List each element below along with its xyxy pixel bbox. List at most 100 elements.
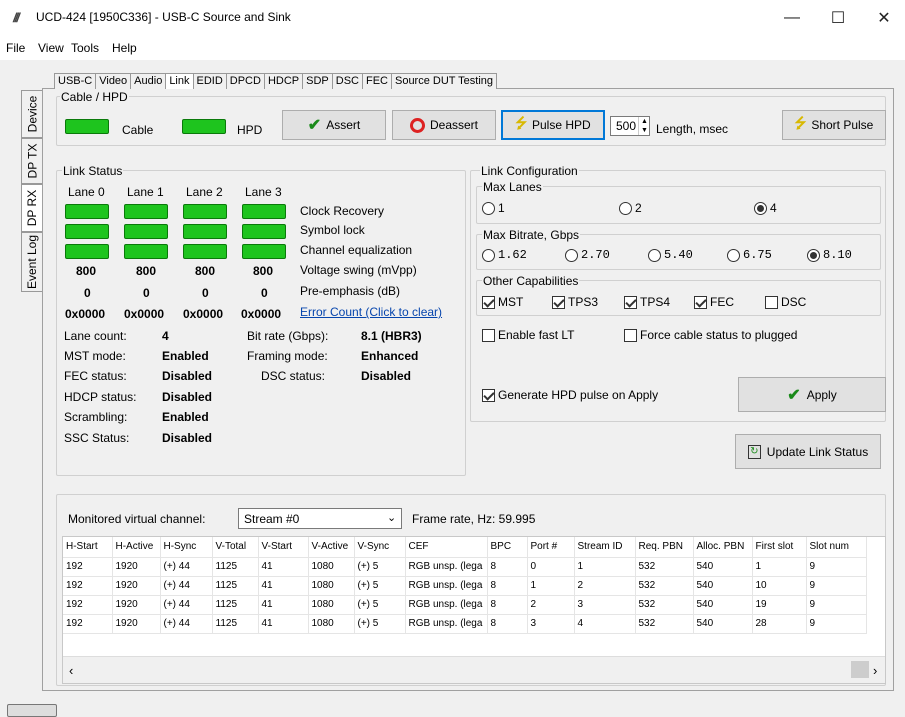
bit-rate-value: 8.1 (HBR3): [361, 329, 422, 343]
scrollbar-thumb[interactable]: [851, 661, 869, 678]
tab-hdcp[interactable]: HDCP: [263, 73, 304, 89]
link-config-label: Link Configuration: [480, 164, 579, 178]
cap-fec-checkbox[interactable]: FEC: [694, 295, 734, 309]
link-status-label: Link Status: [62, 164, 124, 178]
table-row[interactable]: 192 1920 (+) 44 1125 41 1080 (+) 5 RGB unsp. (l…: [63, 576, 867, 596]
enable-fast-lt-checkbox[interactable]: Enable fast LT: [482, 328, 575, 342]
update-link-status-button[interactable]: ↻ Update Link Status: [735, 434, 881, 469]
symbol-lock-led-0: [65, 224, 109, 239]
lane-3-header: Lane 3: [245, 185, 282, 199]
column-header[interactable]: Port #: [527, 537, 575, 558]
refresh-icon: ↻: [747, 444, 761, 459]
apply-button[interactable]: ✔ Apply: [738, 377, 886, 412]
tab-usb-c[interactable]: USB-C: [54, 73, 97, 89]
lane-1-header: Lane 1: [127, 185, 164, 199]
lanes-option-4[interactable]: 4: [754, 201, 777, 215]
tab-sdp[interactable]: SDP: [302, 73, 333, 89]
column-header[interactable]: Stream ID: [574, 537, 636, 558]
cap-mst-checkbox[interactable]: MST: [482, 295, 523, 309]
side-tab-dp-tx[interactable]: DP TX: [21, 138, 42, 184]
table-cell: 9: [806, 557, 867, 577]
clock-recovery-label: Clock Recovery: [300, 204, 385, 218]
lane-count-label: Lane count:: [64, 329, 127, 343]
column-header[interactable]: H-Start: [63, 537, 113, 558]
menu-help[interactable]: Help: [112, 41, 137, 55]
minimize-button[interactable]: —: [769, 0, 815, 36]
table-cell: RGB unsp. (lega: [405, 557, 488, 577]
table-cell: 41: [258, 614, 309, 634]
horizontal-scrollbar[interactable]: ‹ ›: [63, 656, 885, 683]
column-header[interactable]: V-Start: [258, 537, 309, 558]
error-count-lane-0: 0x0000: [65, 307, 106, 321]
tab-source-dut-testing[interactable]: Source DUT Testing: [390, 73, 498, 89]
column-header[interactable]: V-Sync: [354, 537, 406, 558]
column-header[interactable]: H-Sync: [160, 537, 213, 558]
channel-eq-led-1: [124, 244, 168, 259]
assert-button[interactable]: ✔ Assert: [282, 110, 386, 140]
cap-tps4-checkbox[interactable]: TPS4: [624, 295, 670, 309]
menu-view[interactable]: View: [38, 41, 64, 55]
fec-status-label: FEC status:: [64, 369, 127, 383]
force-cable-checkbox[interactable]: Force cable status to plugged: [624, 328, 797, 342]
stream-select[interactable]: Stream #0 ⌄: [238, 508, 402, 529]
length-label: Length, msec: [656, 122, 729, 136]
short-pulse-button[interactable]: ⭍ Short Pulse: [782, 110, 886, 140]
maximize-button[interactable]: ☐: [815, 0, 861, 36]
cable-label: Cable: [122, 123, 154, 137]
tab-dpcd[interactable]: DPCD: [225, 73, 265, 89]
tab-audio[interactable]: Audio: [130, 73, 167, 89]
column-header[interactable]: Req. PBN: [635, 537, 694, 558]
pulse-hpd-button[interactable]: ⭍ Pulse HPD: [501, 110, 605, 140]
menu-file[interactable]: File: [6, 41, 25, 55]
table-cell: 532: [635, 595, 694, 615]
stepper-arrows-icon[interactable]: ▲ ▼: [638, 117, 650, 135]
table-cell: 8: [487, 595, 528, 615]
side-tab-event-log[interactable]: Event Log: [21, 232, 42, 292]
generate-hpd-checkbox[interactable]: Generate HPD pulse on Apply: [482, 388, 658, 402]
tab-fec[interactable]: FEC: [361, 73, 392, 89]
tab-edid[interactable]: EDID: [192, 73, 227, 89]
column-header[interactable]: First slot: [752, 537, 807, 558]
checkbox-checked-icon: [482, 388, 495, 402]
bitrate-option-5-40[interactable]: 5.40: [648, 248, 693, 262]
column-header[interactable]: CEF: [405, 537, 488, 558]
tab-link[interactable]: Link: [165, 73, 194, 89]
table-cell: 2: [527, 595, 575, 615]
deassert-button[interactable]: Deassert: [392, 110, 496, 140]
column-header[interactable]: BPC: [487, 537, 528, 558]
monitored-channel-label: Monitored virtual channel:: [68, 512, 206, 526]
hpd-label: HPD: [237, 123, 263, 137]
column-header[interactable]: Alloc. PBN: [693, 537, 753, 558]
symbol-lock-led-3: [242, 224, 286, 239]
scroll-right-icon[interactable]: ›: [873, 663, 877, 678]
voltage-lane-2: 800: [195, 264, 216, 278]
error-count-clear-link[interactable]: Error Count (Click to clear): [300, 305, 442, 319]
lanes-option-2[interactable]: 2: [619, 201, 642, 215]
table-row[interactable]: 192 1920 (+) 44 1125 41 1080 (+) 5 RGB unsp. (l…: [63, 595, 867, 615]
bitrate-option-2-70[interactable]: 2.70: [565, 248, 610, 262]
tab-video[interactable]: Video: [95, 73, 132, 89]
table-row[interactable]: 192 1920 (+) 44 1125 41 1080 (+) 5 RGB unsp. (l…: [63, 557, 867, 577]
bitrate-option-6-75[interactable]: 6.75: [727, 248, 772, 262]
error-count-lane-3: 0x0000: [241, 307, 282, 321]
cap-tps3-checkbox[interactable]: TPS3: [552, 295, 598, 309]
column-header[interactable]: H-Active: [112, 537, 161, 558]
checkmark-icon: ✔: [307, 117, 322, 134]
bitrate-option-8-10[interactable]: 8.10: [807, 248, 852, 262]
bitrate-option-1-62[interactable]: 1.62: [482, 248, 527, 262]
other-caps-label: Other Capabilities: [482, 274, 580, 288]
tab-dsc[interactable]: DSC: [331, 73, 363, 89]
column-header[interactable]: V-Active: [308, 537, 355, 558]
side-tab-device[interactable]: Device: [21, 90, 42, 138]
side-tab-dp-rx[interactable]: DP RX: [21, 184, 42, 232]
scroll-left-icon[interactable]: ‹: [69, 663, 73, 678]
lanes-option-1[interactable]: 1: [482, 201, 505, 215]
menu-tools[interactable]: Tools: [71, 41, 99, 55]
table-row[interactable]: 192 1920 (+) 44 1125 41 1080 (+) 5 RGB unsp. (l…: [63, 614, 867, 634]
preemph-lane-2: 0: [202, 286, 209, 300]
column-header[interactable]: V-Total: [212, 537, 259, 558]
cap-dsc-checkbox[interactable]: DSC: [765, 295, 806, 309]
column-header[interactable]: Slot num: [806, 537, 867, 558]
length-stepper[interactable]: 500 ▲ ▼: [610, 116, 650, 136]
close-button[interactable]: ✕: [861, 0, 905, 36]
